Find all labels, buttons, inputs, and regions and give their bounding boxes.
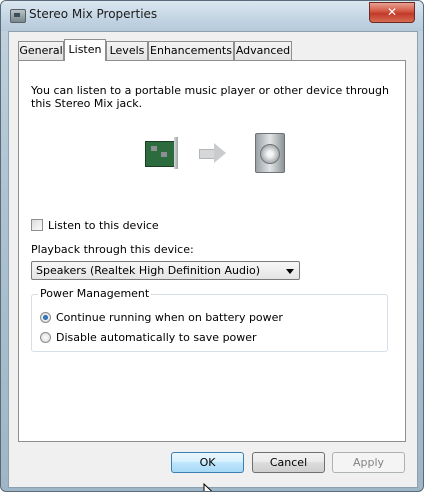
playback-device-select[interactable]: Speakers (Realtek High Definition Audio) — [31, 261, 300, 280]
properties-dialog: Stereo Mix Properties ✕ General Listen L… — [0, 0, 424, 492]
sound-card-icon — [10, 9, 26, 23]
power-management-group: Power Management Continue running when o… — [31, 287, 388, 352]
button-bar: OK Cancel Apply — [9, 444, 417, 491]
mouse-pointer-icon — [203, 483, 213, 491]
dialog-body: General Listen Levels Enhancements Advan… — [8, 31, 418, 491]
tab-enhancements[interactable]: Enhancements — [148, 41, 234, 60]
tab-general[interactable]: General — [18, 41, 64, 60]
title-bar[interactable]: Stereo Mix Properties ✕ — [1, 1, 423, 31]
radio-continue-running-button[interactable] — [40, 312, 51, 323]
listen-panel: You can listen to a portable music playe… — [18, 60, 406, 442]
window-title: Stereo Mix Properties — [29, 7, 158, 21]
radio-disable-automatically-button[interactable] — [40, 332, 51, 343]
speaker-icon — [255, 133, 285, 173]
sound-card-icon — [143, 137, 179, 169]
arrow-right-icon — [199, 143, 227, 163]
listen-checkbox[interactable] — [31, 219, 43, 231]
playback-label: Playback through this device: — [31, 243, 194, 256]
playback-device-value: Speakers (Realtek High Definition Audio) — [36, 264, 261, 277]
radio-disable-automatically-label[interactable]: Disable automatically to save power — [56, 331, 257, 344]
listen-description: You can listen to a portable music playe… — [31, 84, 389, 110]
tab-advanced[interactable]: Advanced — [234, 41, 292, 60]
radio-continue-running-label[interactable]: Continue running when on battery power — [56, 311, 283, 324]
chevron-down-icon — [286, 269, 294, 274]
apply-button[interactable]: Apply — [332, 452, 405, 473]
cancel-button[interactable]: Cancel — [252, 452, 325, 473]
power-management-legend: Power Management — [38, 287, 152, 300]
tab-listen[interactable]: Listen — [64, 39, 106, 61]
listen-checkbox-label[interactable]: Listen to this device — [48, 219, 159, 232]
close-button[interactable]: ✕ — [369, 2, 415, 23]
tab-levels[interactable]: Levels — [106, 41, 148, 60]
ok-button[interactable]: OK — [171, 452, 244, 473]
